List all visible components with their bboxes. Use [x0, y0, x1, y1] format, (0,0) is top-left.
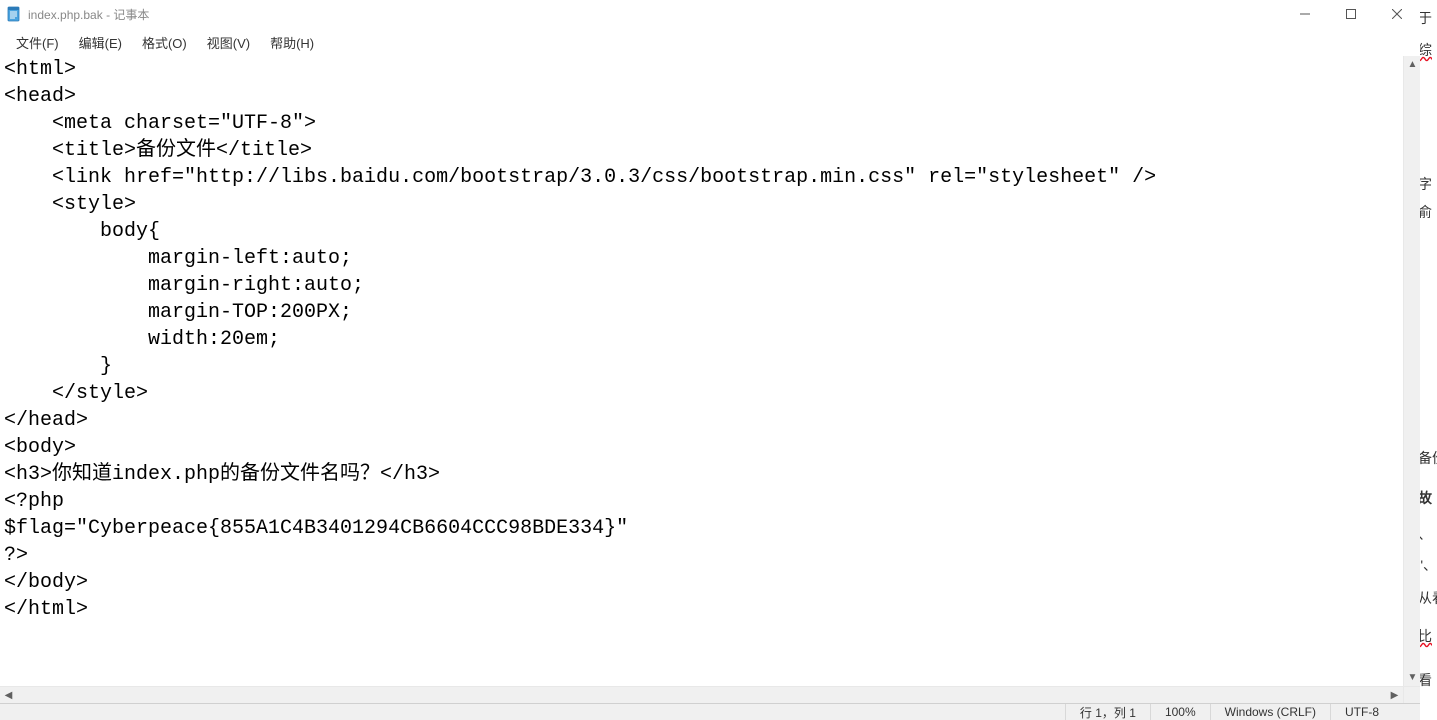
status-zoom: 100%	[1150, 704, 1210, 720]
horizontal-scroll-row: ◀ ▶	[0, 686, 1420, 703]
status-encoding: UTF-8	[1330, 704, 1420, 720]
bg-fragment: 从看	[1420, 588, 1437, 608]
maximize-button[interactable]	[1328, 0, 1374, 28]
status-line-ending: Windows (CRLF)	[1210, 704, 1330, 720]
content-area: <html> <head> <meta charset="UTF-8"> <ti…	[0, 56, 1420, 703]
background-sliver: 于 综 字 俞 备份 故 、 "、 从看 比 看	[1420, 0, 1437, 720]
bg-fragment: 俞	[1420, 202, 1432, 222]
close-button[interactable]	[1374, 0, 1420, 28]
notepad-icon	[6, 6, 22, 22]
bg-fragment: 字	[1420, 174, 1432, 194]
menu-edit[interactable]: 编辑(E)	[69, 29, 132, 56]
minimize-button[interactable]	[1282, 0, 1328, 28]
menu-help[interactable]: 帮助(H)	[260, 29, 324, 56]
menubar: 文件(F) 编辑(E) 格式(O) 视图(V) 帮助(H)	[0, 28, 1420, 56]
menu-format[interactable]: 格式(O)	[132, 29, 197, 56]
scroll-down-arrow-icon[interactable]: ▼	[1404, 669, 1421, 686]
bg-fragment: 备份	[1420, 448, 1437, 468]
scroll-left-arrow-icon[interactable]: ◀	[0, 687, 17, 704]
window-title: index.php.bak - 记事本	[28, 6, 149, 23]
bg-fragment: 、	[1420, 524, 1432, 544]
bg-fragment: 看	[1420, 670, 1432, 690]
vertical-scrollbar[interactable]: ▲ ▼	[1403, 56, 1420, 686]
hscroll-track[interactable]	[17, 687, 1386, 703]
scroll-corner	[1403, 686, 1420, 703]
bg-fragment: 综	[1420, 40, 1432, 60]
bg-fragment: 于	[1420, 8, 1432, 28]
editor-area: <html> <head> <meta charset="UTF-8"> <ti…	[0, 56, 1420, 686]
scroll-right-arrow-icon[interactable]: ▶	[1386, 687, 1403, 704]
bg-fragment: 故	[1420, 488, 1432, 508]
statusbar: 行 1，列 1 100% Windows (CRLF) UTF-8	[0, 703, 1420, 720]
horizontal-scrollbar[interactable]: ◀ ▶	[0, 686, 1403, 703]
menu-view[interactable]: 视图(V)	[197, 29, 260, 56]
scroll-up-arrow-icon[interactable]: ▲	[1404, 56, 1421, 73]
text-editor[interactable]: <html> <head> <meta charset="UTF-8"> <ti…	[0, 56, 1403, 686]
titlebar[interactable]: index.php.bak - 记事本	[0, 0, 1420, 28]
window-controls	[1282, 0, 1420, 28]
bg-fragment: 比	[1420, 626, 1432, 646]
menu-file[interactable]: 文件(F)	[6, 29, 69, 56]
bg-fragment: "、	[1420, 555, 1437, 575]
notepad-window: index.php.bak - 记事本 文件(F) 编辑(E) 格式(O) 视图…	[0, 0, 1420, 720]
status-cursor-position: 行 1，列 1	[1065, 704, 1150, 720]
